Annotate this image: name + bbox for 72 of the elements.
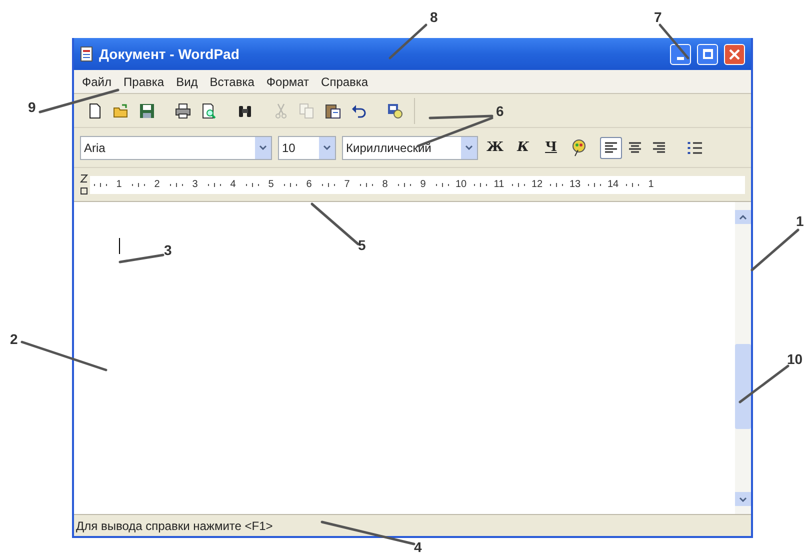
bullet-list-icon (687, 140, 703, 155)
tab-stop-icon (80, 174, 88, 196)
size-dropdown[interactable]: 10 (278, 136, 336, 160)
callout-number: 8 (430, 10, 438, 24)
ruler-number: 14 (606, 178, 620, 192)
bold-button[interactable]: Ж (484, 136, 506, 158)
leader-line (750, 228, 800, 272)
italic-button[interactable]: К (512, 136, 534, 158)
ruler-number: 12 (530, 178, 544, 192)
curved-arrow-icon (351, 102, 367, 118)
menu-item[interactable]: Правка (118, 72, 170, 90)
close-icon (729, 48, 740, 60)
ruler-number: 9 (419, 178, 427, 192)
new-document-icon (87, 102, 103, 118)
ruler-number: 3 (191, 178, 199, 192)
align-left-button[interactable] (600, 136, 622, 158)
clipboard-icon (325, 102, 341, 118)
ruler-number: 13 (568, 178, 582, 192)
document-icon (80, 46, 93, 62)
font-dropdown[interactable]: Aria (80, 136, 272, 160)
scroll-up-button[interactable] (735, 210, 751, 224)
window-title: Документ - WordPad (99, 44, 240, 64)
scissors-icon (273, 102, 289, 118)
ruler-number: 8 (381, 178, 389, 192)
calendar-clock-icon (387, 102, 403, 118)
printer-icon (175, 102, 191, 118)
ruler-number: 5 (267, 178, 275, 192)
ruler-number: 1 (115, 178, 123, 192)
minimize-icon (677, 56, 684, 60)
menu-item[interactable]: Формат (260, 72, 316, 90)
align-left-icon (603, 140, 619, 155)
callout-number: 1 (796, 214, 804, 228)
maximize-icon (702, 49, 712, 59)
folder-icon (113, 102, 129, 118)
callout-number: 9 (28, 100, 36, 114)
menu-item[interactable]: Справка (315, 72, 374, 90)
ruler-number: 6 (305, 178, 313, 192)
callout-number: 7 (654, 10, 662, 24)
scroll-thumb[interactable] (735, 344, 751, 429)
underline-button[interactable]: Ч (540, 136, 562, 158)
ruler-number: 7 (343, 178, 351, 192)
ruler-number: 1 (647, 178, 655, 192)
callout-number: 2 (10, 332, 18, 346)
leader-line (658, 24, 690, 60)
callout-number: 5 (358, 238, 366, 252)
align-right-icon (651, 140, 667, 155)
align-center-icon (627, 140, 643, 155)
page-magnifier-icon (201, 102, 217, 118)
callout-number: 4 (414, 540, 422, 553)
script-dropdown[interactable]: Кириллический (342, 136, 478, 160)
callout-number: 10 (787, 352, 803, 366)
callout-number: 3 (164, 243, 172, 257)
leader-line (310, 202, 360, 246)
ruler-number: 4 (229, 178, 237, 192)
callout-number: 6 (496, 104, 504, 118)
menu-item[interactable]: Вид (170, 72, 204, 90)
palette-icon (571, 138, 587, 156)
ruler-number: 2 (153, 178, 161, 192)
close-button[interactable] (724, 44, 745, 64)
ruler-number: 11 (492, 178, 506, 192)
menu-item[interactable]: Вставка (204, 72, 260, 90)
leader-line (738, 364, 790, 404)
ruler-number: 10 (454, 178, 468, 192)
scroll-down-button[interactable] (735, 492, 751, 506)
menu-item[interactable]: Файл (76, 72, 118, 90)
text-cursor (119, 238, 120, 254)
maximize-button[interactable] (697, 44, 718, 64)
leader-line (118, 254, 164, 264)
two-pages-icon (299, 102, 315, 118)
leader-line (388, 24, 428, 60)
status-text: Для вывода справки нажмите <F1> (76, 518, 273, 534)
scroll-bar[interactable] (735, 202, 751, 514)
